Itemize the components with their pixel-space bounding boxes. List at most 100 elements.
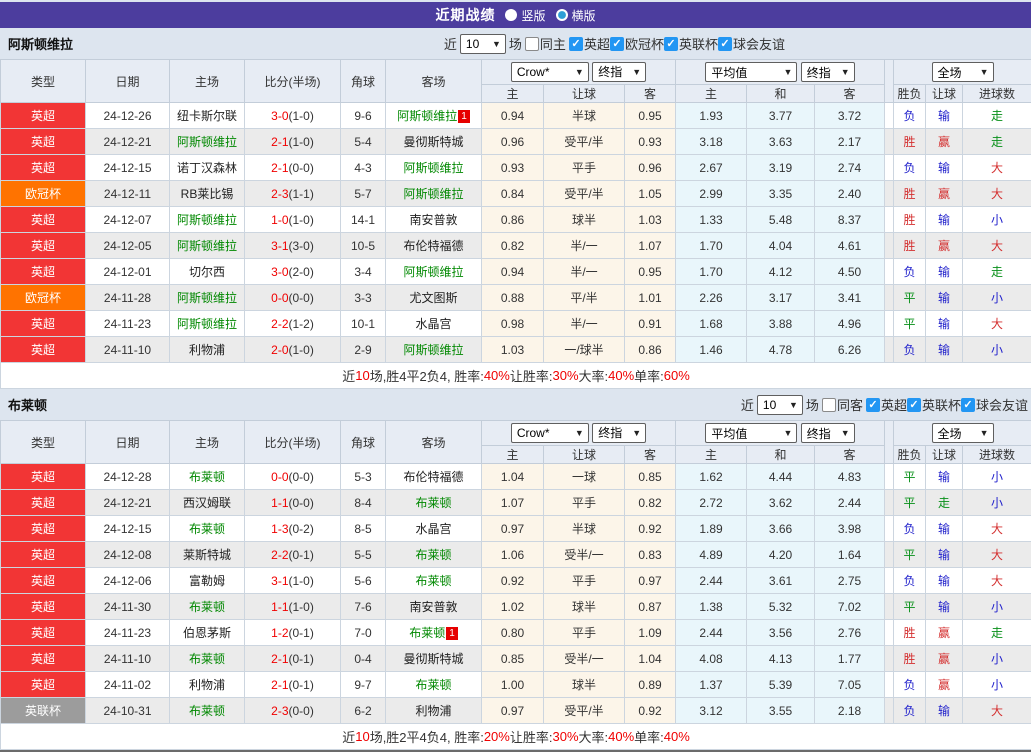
- team-name: 阿斯顿维拉: [8, 34, 73, 53]
- fulltime-score: 1-2: [271, 626, 288, 640]
- match-date: 24-11-30: [86, 594, 170, 620]
- spacer-cell: [885, 516, 894, 542]
- halftime-score: (0-0): [289, 704, 314, 718]
- league-badge: 英超: [1, 207, 86, 233]
- crown-handicap-line: 受平/半: [544, 129, 625, 155]
- handicap-time-select[interactable]: 终指▼: [592, 62, 646, 82]
- fulltime-score: 1-1: [271, 600, 288, 614]
- away-team: 阿斯顿维拉: [386, 337, 482, 363]
- league-badge: 英超: [1, 155, 86, 181]
- avg-home-odds: 1.46: [676, 337, 747, 363]
- results-table: 类型 日期 主场 比分(半场) 角球 客场 Crow*▼ 终指▼ 平均值▼ 终指…: [0, 59, 1031, 389]
- team-label: 南安普敦: [409, 600, 457, 614]
- layout-option-vertical[interactable]: 竖版: [505, 7, 545, 24]
- score-cell: 2-1(0-1): [245, 672, 341, 698]
- match-scope-select[interactable]: 全场▼: [932, 423, 994, 443]
- avg-home-odds: 2.72: [676, 490, 747, 516]
- score-cell: 2-1(0-1): [245, 646, 341, 672]
- avg-away-odds: 7.02: [815, 594, 885, 620]
- league-checkbox[interactable]: ✓欧冠杯: [610, 34, 664, 53]
- team-label: 曼彻斯特城: [403, 652, 463, 666]
- halftime-score: (0-1): [289, 652, 314, 666]
- avg-home-odds: 2.26: [676, 285, 747, 311]
- crown-handicap-line: 平手: [544, 568, 625, 594]
- away-team: 尤文图斯: [386, 285, 482, 311]
- summary-segment: 40%: [608, 368, 634, 383]
- home-team: 切尔西: [170, 259, 245, 285]
- score-cell: 0-0(0-0): [245, 285, 341, 311]
- title-bar: 近期战绩 竖版 横版: [0, 2, 1031, 28]
- crown-home-odds: 1.02: [482, 594, 544, 620]
- league-badge: 英超: [1, 672, 86, 698]
- home-team: 布莱顿: [170, 646, 245, 672]
- avg-draw-odds: 3.61: [747, 568, 815, 594]
- result-goals: 大: [963, 568, 1031, 594]
- recent-count-select[interactable]: 10 ▼: [460, 34, 506, 54]
- crown-home-odds: 0.88: [482, 285, 544, 311]
- score-cell: 2-3(0-0): [245, 698, 341, 724]
- avg-home-odds: 2.44: [676, 568, 747, 594]
- result-handicap: 输: [926, 103, 963, 129]
- league-checkbox[interactable]: ✓英超: [866, 395, 907, 414]
- page-title: 近期战绩: [435, 5, 495, 25]
- col-header-avg-home: 主: [676, 446, 747, 464]
- summary-segment: 10: [355, 729, 369, 744]
- halftime-score: (0-0): [289, 496, 314, 510]
- league-checkbox[interactable]: ✓球会友谊: [718, 34, 785, 53]
- team-label: 切尔西: [189, 265, 225, 279]
- league-checkbox[interactable]: ✓英超: [569, 34, 610, 53]
- odds-time-select[interactable]: 终指▼: [801, 423, 855, 443]
- result-goals: 小: [963, 594, 1031, 620]
- team-name: 布莱顿: [8, 395, 47, 414]
- league-checkbox[interactable]: ✓球会友谊: [961, 395, 1028, 414]
- match-scope-select[interactable]: 全场▼: [932, 62, 994, 82]
- spacer-cell: [885, 337, 894, 363]
- league-checkbox[interactable]: ✓英联杯: [664, 34, 718, 53]
- corners-cell: 5-6: [341, 568, 386, 594]
- league-badge: 英超: [1, 129, 86, 155]
- home-team: 布莱顿: [170, 698, 245, 724]
- result-goals: 小: [963, 337, 1031, 363]
- score-cell: 2-2(1-2): [245, 311, 341, 337]
- average-odds-select[interactable]: 平均值▼: [705, 62, 797, 82]
- league-checkbox[interactable]: ✓英联杯: [907, 395, 961, 414]
- avg-draw-odds: 5.39: [747, 672, 815, 698]
- crown-home-odds: 1.07: [482, 490, 544, 516]
- league-badge: 英超: [1, 233, 86, 259]
- score-cell: 2-0(1-0): [245, 337, 341, 363]
- summary-segment: 近: [342, 366, 355, 385]
- summary-segment: 40%: [484, 368, 510, 383]
- avg-away-odds: 1.64: [815, 542, 885, 568]
- result-goals: 走: [963, 103, 1031, 129]
- avg-draw-odds: 4.44: [747, 464, 815, 490]
- match-row: 英超24-11-10利物浦2-0(1-0)2-9阿斯顿维拉1.03一/球半0.8…: [1, 337, 1031, 363]
- match-row: 英超24-12-21西汉姆联1-1(0-0)8-4布莱顿1.07平手0.822.…: [1, 490, 1031, 516]
- away-team: 水晶宫: [386, 311, 482, 337]
- avg-away-odds: 3.72: [815, 103, 885, 129]
- handicap-time-select[interactable]: 终指▼: [592, 423, 646, 443]
- layout-option-horizontal[interactable]: 横版: [556, 7, 596, 24]
- bookmaker-select[interactable]: Crow*▼: [511, 423, 589, 443]
- match-date: 24-12-21: [86, 490, 170, 516]
- avg-draw-odds: 5.48: [747, 207, 815, 233]
- col-header-home: 主场: [170, 60, 245, 103]
- checkbox-label: 球会友谊: [733, 34, 785, 53]
- fulltime-score: 3-0: [271, 265, 288, 279]
- crown-handicap-line: 平/半: [544, 285, 625, 311]
- bookmaker-select[interactable]: Crow*▼: [511, 62, 589, 82]
- chevron-down-icon: ▼: [632, 67, 641, 77]
- team-label: 阿斯顿维拉: [177, 239, 237, 253]
- avg-away-odds: 2.75: [815, 568, 885, 594]
- avg-draw-odds: 3.56: [747, 620, 815, 646]
- col-header-home: 主场: [170, 421, 245, 464]
- corners-cell: 0-4: [341, 646, 386, 672]
- odds-time-select[interactable]: 终指▼: [801, 62, 855, 82]
- avg-draw-odds: 3.77: [747, 103, 815, 129]
- avg-away-odds: 2.76: [815, 620, 885, 646]
- recent-count-select[interactable]: 10 ▼: [757, 395, 803, 415]
- result-handicap: 赢: [926, 646, 963, 672]
- same-venue-checkbox[interactable]: 同客: [822, 395, 863, 414]
- same-venue-checkbox[interactable]: 同主: [525, 34, 566, 53]
- team-label: 阿斯顿维拉: [177, 291, 237, 305]
- average-odds-select[interactable]: 平均值▼: [705, 423, 797, 443]
